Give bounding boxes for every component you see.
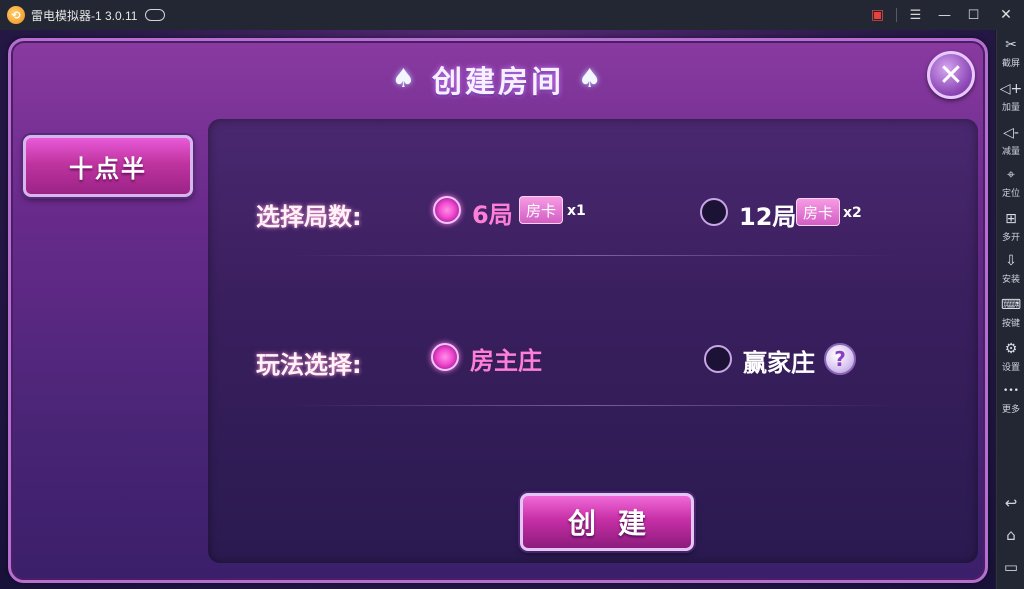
sidebar-item-settings[interactable]: ⚙ 设置 [997, 340, 1024, 380]
emulator-sidebar: ✂ 截屏 ◁+ 加量 ◁- 减量 ⌖ 定位 ⊞ 多开 ⇩ 安装 ⌨ 按键 ⚙ 设… [996, 30, 1024, 589]
sidebar-item-volume-down[interactable]: ◁- 减量 [997, 124, 1024, 164]
home-icon[interactable]: ⌂ [997, 522, 1024, 548]
sidebar-item-keymapping[interactable]: ⌨ 按键 [997, 296, 1024, 336]
mode-label: 玩法选择: [256, 351, 362, 379]
titlebar-divider [896, 8, 897, 22]
sidebar-item-install[interactable]: ⇩ 安装 [997, 252, 1024, 292]
sidebar-item-label: 多开 [1001, 233, 1020, 243]
window-close-icon[interactable]: ✕ [988, 0, 1024, 30]
sidebar-item-multi-open[interactable]: ⊞ 多开 [997, 210, 1024, 250]
room-card-badge: 房卡 [796, 198, 841, 226]
menu-icon[interactable]: ☰ [901, 0, 930, 30]
mode-winner-banker-text[interactable]: 赢家庄 [743, 343, 815, 378]
row-divider [288, 405, 898, 406]
emulator-titlebar: ⟲ 雷电模拟器-1 3.0.11 ▣ ☰ — ☐ ✕ [0, 0, 1024, 30]
spade-icon: ♠ [391, 64, 418, 94]
settings-icon: ⚙ [1004, 341, 1018, 357]
mode-host-banker-text[interactable]: 房主庄 [470, 341, 542, 376]
game-area: ♠ 创建房间 ♠ ✕ 十点半 选择局数: 6局 房卡 x1 12局 房卡 x2 … [0, 30, 995, 589]
sidebar-item-label: 截屏 [1001, 59, 1020, 69]
create-room-button[interactable]: 创建 [520, 493, 694, 551]
gamepad-icon[interactable] [145, 9, 166, 21]
room-card-badge: 房卡 [519, 196, 564, 224]
sidebar-item-label: 定位 [1001, 189, 1020, 199]
rounds-12-radio[interactable] [700, 198, 728, 226]
card-multiplier: x1 [567, 203, 586, 219]
sidebar-item-label: 设置 [1001, 363, 1020, 373]
dialog-title: ♠ 创建房间 ♠ [11, 57, 985, 101]
sidebar-item-label: 安装 [1001, 275, 1020, 285]
mode-host-banker-radio[interactable] [431, 343, 459, 371]
mode-winner-banker-radio[interactable] [704, 345, 732, 373]
recent-apps-icon[interactable]: ▭ [997, 554, 1024, 580]
volume-up-icon: ◁+ [999, 81, 1023, 97]
help-icon[interactable]: ? [824, 343, 856, 375]
create-room-dialog: ♠ 创建房间 ♠ ✕ 十点半 选择局数: 6局 房卡 x1 12局 房卡 x2 … [8, 38, 988, 583]
gift-icon[interactable]: ▣ [863, 0, 892, 30]
sidebar-item-location[interactable]: ⌖ 定位 [997, 166, 1024, 206]
more-icon: ••• [1003, 386, 1019, 396]
rounds-12-text[interactable]: 12局 [739, 197, 796, 232]
volume-down-icon: ◁- [1003, 125, 1019, 141]
rounds-6-radio[interactable] [433, 196, 461, 224]
row-divider [288, 255, 898, 256]
rounds-6-text[interactable]: 6局 [472, 195, 513, 230]
maximize-icon[interactable]: ☐ [959, 0, 988, 30]
card-multiplier: x2 [843, 205, 862, 221]
dialog-close-button[interactable]: ✕ [927, 51, 975, 99]
sidebar-item-label: 加量 [1001, 103, 1020, 113]
rounds-label: 选择局数: [256, 203, 362, 231]
keyboard-icon: ⌨ [1000, 297, 1022, 313]
spade-icon: ♠ [578, 64, 605, 94]
sidebar-item-label: 更多 [1001, 405, 1020, 415]
install-apk-icon: ⇩ [1005, 253, 1017, 269]
options-panel: 选择局数: 6局 房卡 x1 12局 房卡 x2 玩法选择: 房主庄 赢家庄 ?… [208, 119, 978, 563]
sidebar-item-label: 按键 [1001, 319, 1020, 329]
window-title: 雷电模拟器-1 3.0.11 [31, 8, 138, 23]
sidebar-item-volume-up[interactable]: ◁+ 加量 [997, 80, 1024, 120]
location-icon: ⌖ [1007, 167, 1015, 183]
multi-open-icon: ⊞ [1005, 211, 1017, 227]
emulator-logo-icon: ⟲ [7, 6, 25, 24]
sidebar-item-screenshot[interactable]: ✂ 截屏 [997, 36, 1024, 76]
sidebar-item-more[interactable]: ••• 更多 [997, 382, 1024, 422]
back-icon[interactable]: ↩ [997, 490, 1024, 516]
dialog-title-text: 创建房间 [432, 65, 564, 100]
game-tab-shidianban[interactable]: 十点半 [23, 135, 193, 197]
sidebar-item-label: 减量 [1001, 147, 1020, 157]
minimize-icon[interactable]: — [930, 0, 959, 30]
window-controls: ▣ ☰ — ☐ [863, 0, 988, 30]
scissors-icon: ✂ [1005, 37, 1017, 53]
